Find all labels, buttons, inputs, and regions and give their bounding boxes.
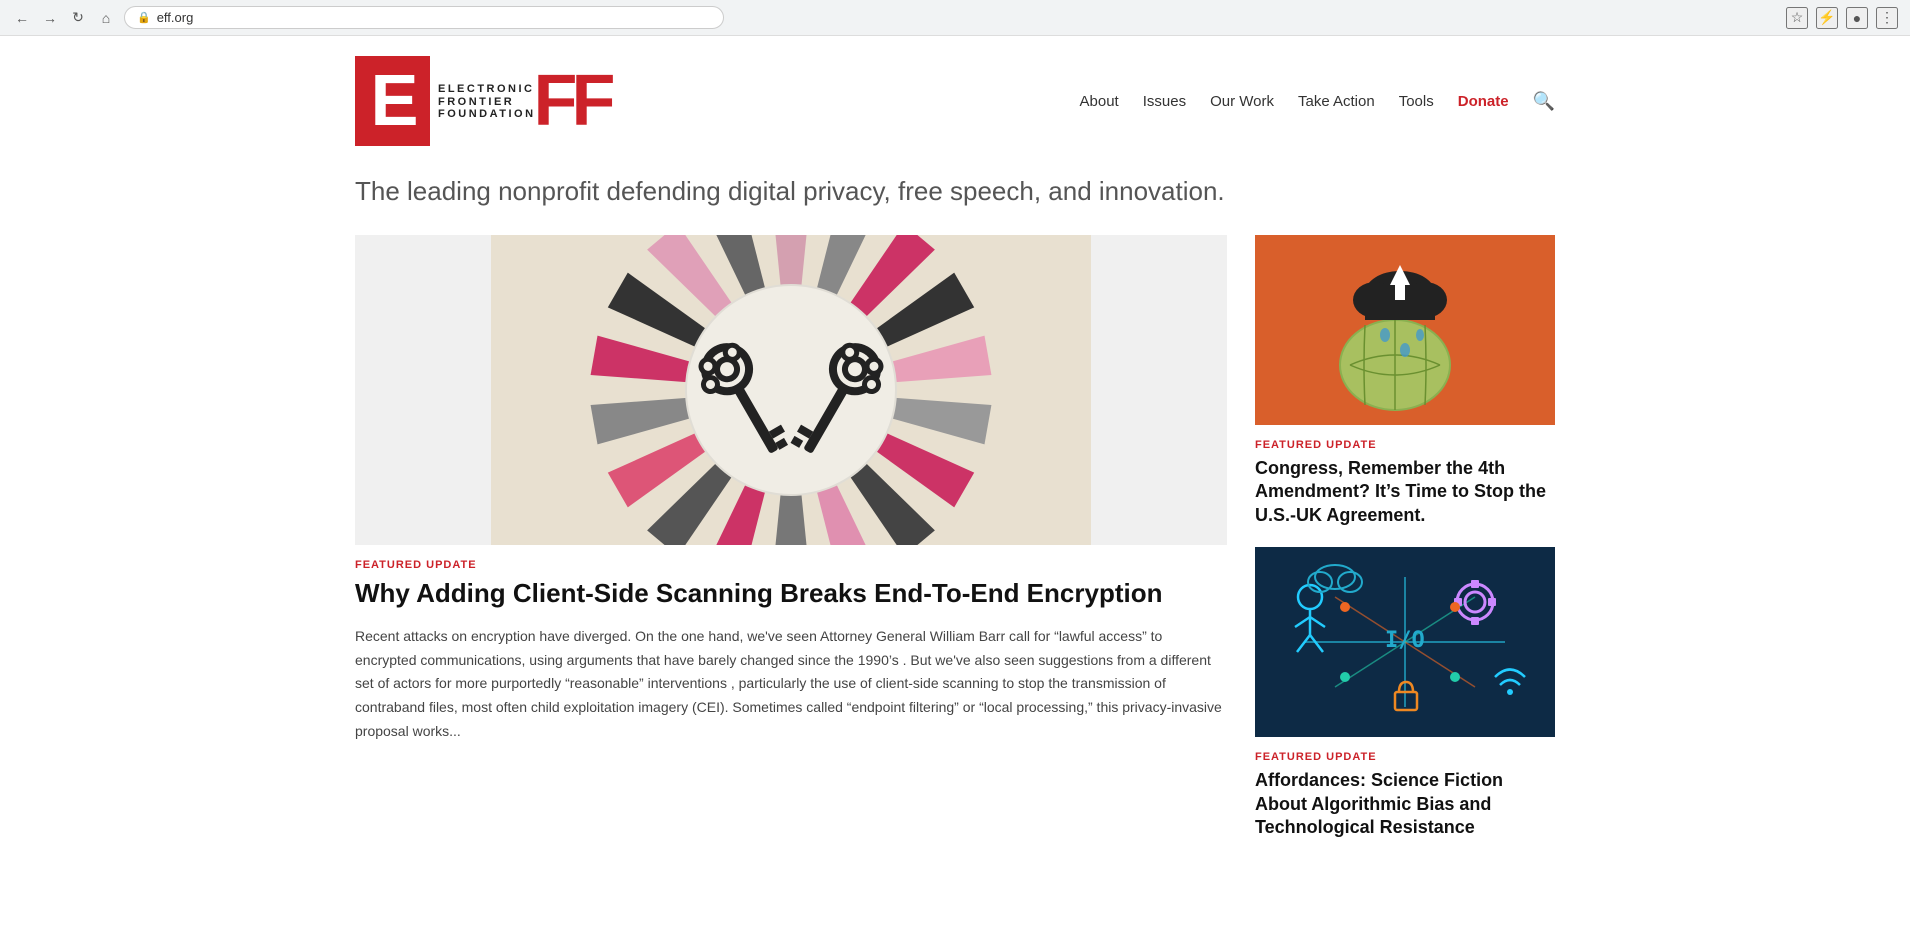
featured-main-tag: FEATURED UPDATE (355, 559, 1227, 571)
forward-button[interactable]: → (40, 8, 60, 28)
page-content: E ELECTRONIC FRONTIER FOUNDATION FF Abou… (0, 36, 1910, 859)
url-text: eff.org (157, 10, 194, 25)
tagline: The leading nonprofit defending digital … (355, 156, 1555, 231)
logo-e: E (355, 56, 430, 146)
featured-image-svg (355, 235, 1227, 545)
search-button[interactable]: 🔍 (1533, 91, 1555, 112)
featured-main-image[interactable] (355, 235, 1227, 545)
algorithmic-article-tag: FEATURED UPDATE (1255, 751, 1555, 763)
browser-right-icons: ☆ ⚡ ● ⋮ (1786, 7, 1898, 29)
star-icon[interactable]: ☆ (1786, 7, 1808, 29)
logo-line3: FOUNDATION (438, 108, 536, 121)
reload-button[interactable]: ↻ (68, 8, 88, 28)
nav-about[interactable]: About (1080, 93, 1119, 110)
logo-ff: FF (534, 65, 610, 137)
logo-line2: FRONTIER (438, 96, 536, 109)
site-nav: About Issues Our Work Take Action Tools … (1080, 91, 1555, 112)
featured-main-article: FEATURED UPDATE Why Adding Client-Side S… (355, 235, 1227, 859)
algorithmic-article-title[interactable]: Affordances: Science Fiction About Algor… (1255, 769, 1555, 839)
featured-main-excerpt: Recent attacks on encryption have diverg… (355, 625, 1227, 744)
logo-text: ELECTRONIC FRONTIER FOUNDATION (430, 81, 536, 121)
side-article-algorithmic: I/O (1255, 547, 1555, 839)
nav-tools[interactable]: Tools (1399, 93, 1434, 110)
algorithmic-article-image[interactable]: I/O (1255, 547, 1555, 737)
side-article-congress: FEATURED UPDATE Congress, Remember the 4… (1255, 235, 1555, 527)
site-header: E ELECTRONIC FRONTIER FOUNDATION FF Abou… (355, 36, 1555, 156)
extensions-icon[interactable]: ⚡ (1816, 7, 1838, 29)
nav-issues[interactable]: Issues (1143, 93, 1186, 110)
congress-article-image[interactable] (1255, 235, 1555, 425)
nav-take-action[interactable]: Take Action (1298, 93, 1375, 110)
logo-line1: ELECTRONIC (438, 83, 536, 96)
featured-main-title[interactable]: Why Adding Client-Side Scanning Breaks E… (355, 577, 1227, 611)
svg-text:I/O: I/O (1385, 628, 1425, 653)
profile-icon[interactable]: ● (1846, 7, 1868, 29)
logo-area[interactable]: E ELECTRONIC FRONTIER FOUNDATION FF (355, 56, 609, 146)
nav-our-work[interactable]: Our Work (1210, 93, 1274, 110)
congress-article-title[interactable]: Congress, Remember the 4th Amendment? It… (1255, 457, 1555, 527)
home-button[interactable]: ⌂ (96, 8, 116, 28)
lock-icon: 🔒 (137, 11, 151, 24)
nav-donate[interactable]: Donate (1458, 93, 1509, 110)
page-wrapper: { "browser": { "url": "eff.org", "back_t… (0, 0, 1910, 859)
right-column: FEATURED UPDATE Congress, Remember the 4… (1255, 235, 1555, 859)
back-button[interactable]: ← (12, 8, 32, 28)
browser-chrome: ← → ↻ ⌂ 🔒 eff.org ☆ ⚡ ● ⋮ (0, 0, 1910, 36)
congress-image-svg (1255, 235, 1555, 425)
algorithmic-image-svg: I/O (1255, 547, 1555, 737)
address-bar[interactable]: 🔒 eff.org (124, 6, 724, 29)
congress-article-tag: FEATURED UPDATE (1255, 439, 1555, 451)
eff-logo: E ELECTRONIC FRONTIER FOUNDATION FF (355, 56, 609, 146)
main-grid: FEATURED UPDATE Why Adding Client-Side S… (355, 231, 1555, 859)
menu-icon[interactable]: ⋮ (1876, 7, 1898, 29)
